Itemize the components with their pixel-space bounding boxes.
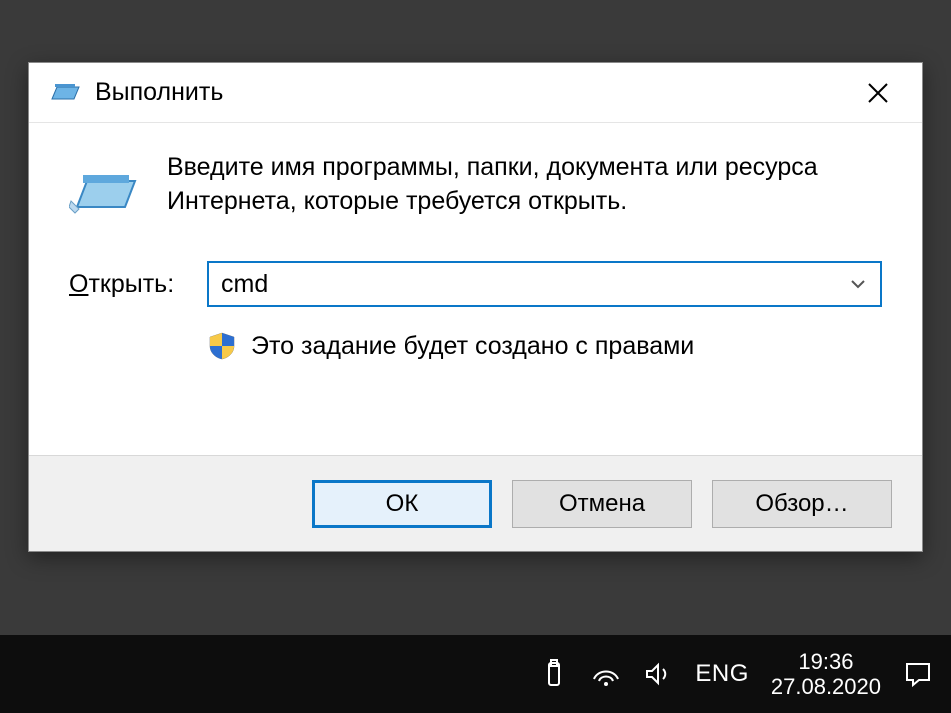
dialog-description: Введите имя программы, папки, документа … [167,151,882,219]
run-icon [69,157,139,227]
dialog-body: Введите имя программы, папки, документа … [29,123,922,455]
open-row: Открыть: [69,261,882,307]
volume-icon[interactable] [643,659,673,689]
run-dialog: Выполнить Введите имя программы, папки, … [28,62,923,552]
description-row: Введите имя программы, папки, документа … [69,151,882,227]
open-combobox[interactable] [207,261,882,307]
run-title-icon [49,77,81,109]
titlebar[interactable]: Выполнить [29,63,922,123]
taskbar[interactable]: ENG 19:36 27.08.2020 [0,635,951,713]
admin-privilege-note: Это задание будет создано с правами [69,331,882,361]
clock-date: 27.08.2020 [771,674,881,699]
ok-button[interactable]: ОК [312,480,492,528]
chevron-down-icon[interactable] [848,274,868,294]
notifications-icon[interactable] [903,659,933,689]
dialog-title: Выполнить [95,78,848,107]
browse-button[interactable]: Обзор… [712,480,892,528]
language-indicator[interactable]: ENG [695,660,749,688]
shield-icon [207,331,237,361]
dialog-footer: ОК Отмена Обзор… [29,455,922,551]
clock-time: 19:36 [771,649,881,674]
open-label: Открыть: [69,270,189,299]
cancel-button[interactable]: Отмена [512,480,692,528]
wifi-icon[interactable] [591,659,621,689]
usb-icon[interactable] [539,659,569,689]
clock[interactable]: 19:36 27.08.2020 [771,649,881,700]
open-input[interactable] [221,270,848,299]
close-button[interactable] [848,69,908,117]
admin-privilege-text: Это задание будет создано с правами [251,332,694,361]
